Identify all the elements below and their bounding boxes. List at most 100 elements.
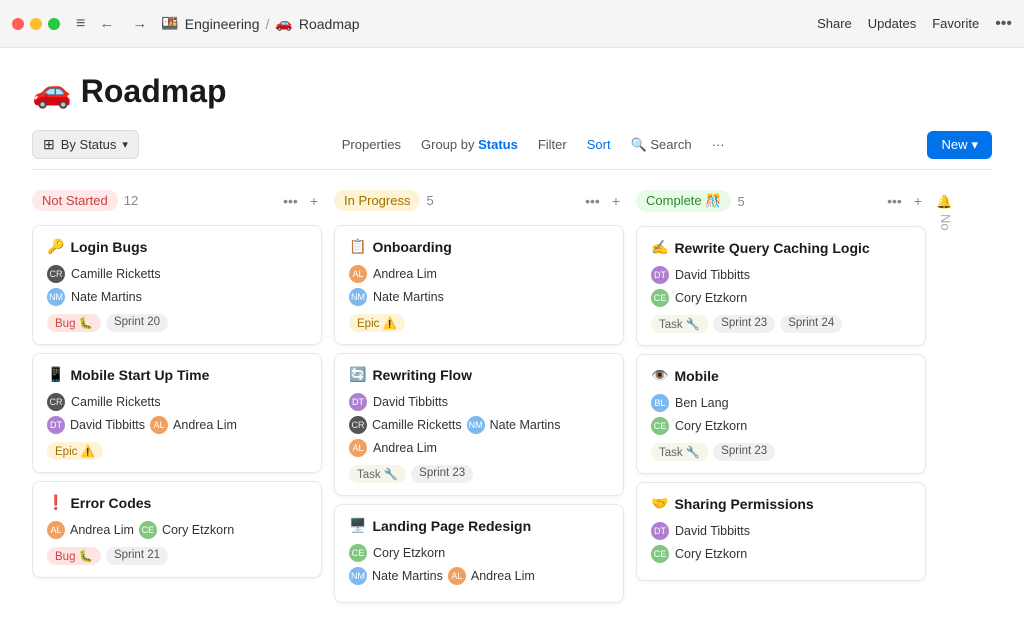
- avatar-cory-mobile: CE: [651, 417, 669, 435]
- column-actions-complete: ••• +: [883, 191, 926, 211]
- page-title: 🚗 Roadmap: [32, 72, 992, 110]
- column-add-in-progress[interactable]: +: [608, 191, 624, 211]
- breadcrumb-roadmap[interactable]: Roadmap: [299, 16, 360, 32]
- tag-epic-onboarding[interactable]: Epic ⚠️: [349, 314, 405, 332]
- tag-task-query[interactable]: Task 🔧: [651, 315, 708, 333]
- group-by-field: Status: [478, 137, 518, 152]
- search-button[interactable]: 🔍 Search: [623, 132, 700, 158]
- by-status-label: By Status: [61, 137, 117, 152]
- minimize-window-button[interactable]: [30, 18, 42, 30]
- card-mobile-complete[interactable]: 👁️ Mobile BL Ben Lang CE Cory Etzkorn Ta…: [636, 354, 926, 474]
- column-not-started: Not Started 12 ••• + 🔑 Login Bugs CR Cam…: [32, 186, 322, 624]
- tag-sprint-23-flow[interactable]: Sprint 23: [411, 465, 473, 483]
- page: 🚗 Roadmap ⊞ By Status ▾ Properties Group…: [0, 48, 1024, 640]
- chevron-down-icon: ▾: [122, 138, 128, 151]
- card-error-codes[interactable]: ❗ Error Codes AL Andrea Lim CE Cory Etzk…: [32, 481, 322, 578]
- avatar-ben-lang: BL: [651, 394, 669, 412]
- avatar-nate-onboarding: NM: [349, 288, 367, 306]
- forward-button[interactable]: →: [128, 13, 151, 34]
- favorite-button[interactable]: Favorite: [932, 16, 979, 31]
- new-button[interactable]: New ▾: [927, 131, 992, 159]
- tag-sprint-21[interactable]: Sprint 21: [106, 547, 168, 565]
- column-more-in-progress[interactable]: •••: [581, 191, 604, 211]
- kanban-board: Not Started 12 ••• + 🔑 Login Bugs CR Cam…: [32, 186, 992, 640]
- column-header-complete: Complete 🎊 5 ••• +: [636, 186, 926, 216]
- column-add-complete[interactable]: +: [910, 191, 926, 211]
- properties-button[interactable]: Properties: [334, 132, 409, 157]
- card-mobile-startup[interactable]: 📱 Mobile Start Up Time CR Camille Ricket…: [32, 353, 322, 473]
- more-toolbar-button[interactable]: ···: [704, 132, 733, 157]
- breadcrumb-engineering[interactable]: Engineering: [185, 16, 260, 32]
- avatar-david-sharing: DT: [651, 522, 669, 540]
- column-more-complete[interactable]: •••: [883, 191, 906, 211]
- card-persons-error: AL Andrea Lim CE Cory Etzkorn: [47, 521, 307, 539]
- avatar-cory-landing: CE: [349, 544, 367, 562]
- avatar-david-query: DT: [651, 266, 669, 284]
- card-persons-flow-multi: CR Camille Ricketts NM Nate Martins: [349, 416, 609, 434]
- toolbar-right: New ▾: [927, 131, 992, 159]
- card-title-mobile-complete: 👁️ Mobile: [651, 367, 911, 384]
- more-actions-button[interactable]: •••: [995, 15, 1012, 33]
- avatar-camille: CR: [47, 393, 65, 411]
- card-person-andrea-flow: AL Andrea Lim: [349, 439, 609, 457]
- tag-sprint-24-query[interactable]: Sprint 24: [780, 315, 842, 333]
- tag-sprint-23-mobile[interactable]: Sprint 23: [713, 443, 775, 461]
- card-tags-error-codes: Bug 🐛 Sprint 21: [47, 547, 307, 565]
- card-persons-multi: DT David Tibbitts AL Andrea Lim: [47, 416, 307, 434]
- column-title-badge-in-progress: In Progress: [334, 190, 420, 211]
- card-tags-rewriting-flow: Task 🔧 Sprint 23: [349, 465, 609, 483]
- card-rewriting-flow[interactable]: 🔄 Rewriting Flow DT David Tibbitts CR Ca…: [334, 353, 624, 496]
- column-header-in-progress: In Progress 5 ••• +: [334, 186, 624, 215]
- column-actions-in-progress: ••• +: [581, 191, 624, 211]
- card-title-onboarding: 📋 Onboarding: [349, 238, 609, 255]
- avatar-david-flow: DT: [349, 393, 367, 411]
- toolbar-center: Properties Group by Status Filter Sort 🔍…: [139, 132, 928, 158]
- card-sharing-permissions[interactable]: 🤝 Sharing Permissions DT David Tibbitts …: [636, 482, 926, 581]
- updates-button[interactable]: Updates: [868, 16, 916, 31]
- by-status-button[interactable]: ⊞ By Status ▾: [32, 130, 139, 159]
- avatar-camille-flow: CR: [349, 416, 367, 434]
- card-query-caching[interactable]: ✍️ Rewrite Query Caching Logic DT David …: [636, 226, 926, 346]
- avatar-cory-sharing: CE: [651, 545, 669, 563]
- column-title-badge-complete: Complete 🎊: [636, 190, 731, 212]
- share-button[interactable]: Share: [817, 16, 852, 31]
- maximize-window-button[interactable]: [48, 18, 60, 30]
- tag-task-flow[interactable]: Task 🔧: [349, 465, 406, 483]
- column-count-in-progress: 5: [426, 193, 433, 208]
- table-icon: ⊞: [43, 136, 55, 153]
- avatar-andrea-onboarding: AL: [349, 265, 367, 283]
- key-icon: 🔑: [47, 238, 64, 255]
- sort-button[interactable]: Sort: [579, 132, 619, 157]
- close-window-button[interactable]: [12, 18, 24, 30]
- card-title-mobile-startup: 📱 Mobile Start Up Time: [47, 366, 307, 383]
- card-login-bugs[interactable]: 🔑 Login Bugs CR Camille Ricketts NM Nate…: [32, 225, 322, 345]
- new-label: New: [941, 137, 967, 152]
- card-person-david-flow: DT David Tibbitts: [349, 393, 609, 411]
- tag-bug[interactable]: Bug 🐛: [47, 314, 101, 332]
- tag-epic-mobile[interactable]: Epic ⚠️: [47, 442, 103, 460]
- card-landing-page[interactable]: 🖥️ Landing Page Redesign CE Cory Etzkorn…: [334, 504, 624, 603]
- column-add-not-started[interactable]: +: [306, 191, 322, 211]
- back-button[interactable]: ←: [95, 13, 118, 34]
- handshake-icon: 🤝: [651, 495, 668, 512]
- group-by-button[interactable]: Group by Status: [413, 132, 526, 157]
- card-person-camille-ricketts: CR Camille Ricketts: [47, 265, 307, 283]
- chevron-down-icon-new: ▾: [971, 137, 978, 153]
- menu-button[interactable]: ≡: [76, 15, 85, 33]
- column-more-not-started[interactable]: •••: [279, 191, 302, 211]
- tag-bug-error[interactable]: Bug 🐛: [47, 547, 101, 565]
- card-title-query-caching: ✍️ Rewrite Query Caching Logic: [651, 239, 911, 256]
- traffic-lights: [12, 18, 60, 30]
- card-tags-query-caching: Task 🔧 Sprint 23 Sprint 24: [651, 315, 911, 333]
- filter-button[interactable]: Filter: [530, 132, 575, 157]
- card-tags-mobile-complete: Task 🔧 Sprint 23: [651, 443, 911, 461]
- card-title-sharing-permissions: 🤝 Sharing Permissions: [651, 495, 911, 512]
- breadcrumb-separator: /: [266, 16, 270, 32]
- search-label: Search: [650, 137, 691, 152]
- card-onboarding[interactable]: 📋 Onboarding AL Andrea Lim NM Nate Marti…: [334, 225, 624, 345]
- avatar-cory-query: CE: [651, 289, 669, 307]
- tag-sprint-23-query[interactable]: Sprint 23: [713, 315, 775, 333]
- tag-task-mobile[interactable]: Task 🔧: [651, 443, 708, 461]
- avatar-david: DT: [47, 416, 65, 434]
- tag-sprint-20[interactable]: Sprint 20: [106, 314, 168, 332]
